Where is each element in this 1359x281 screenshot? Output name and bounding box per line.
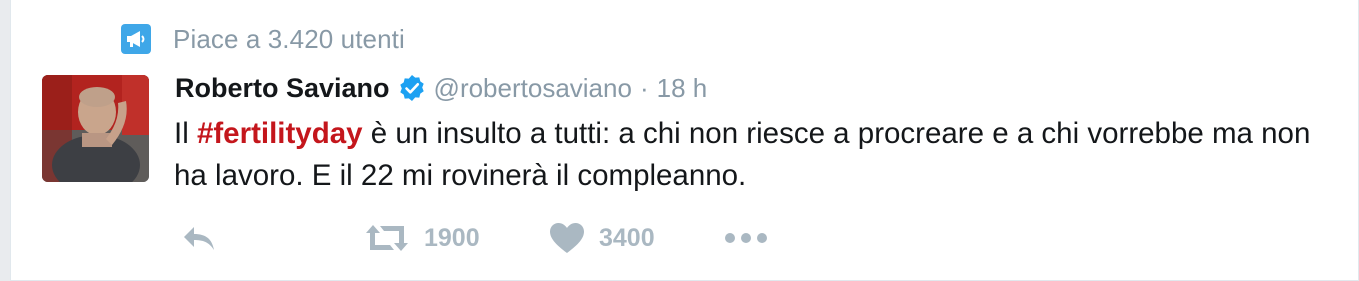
- retweet-button[interactable]: 1900: [364, 223, 549, 253]
- tweet-header: Roberto Saviano @robertosaviano · 18 h: [175, 70, 707, 106]
- author-handle[interactable]: @robertosaviano: [434, 73, 632, 104]
- avatar[interactable]: [42, 75, 149, 182]
- more-icon: [724, 232, 768, 244]
- hashtag-link[interactable]: #fertilityday: [197, 117, 363, 150]
- reply-icon: [181, 224, 217, 252]
- promo-text: Piace a 3.420 utenti: [173, 23, 405, 54]
- tweet-card[interactable]: Piace a 3.420 utenti Roberto Saviano @ro…: [10, 0, 1359, 281]
- tweet-actions: 1900 3400: [181, 218, 768, 258]
- separator: ·: [639, 72, 649, 103]
- like-count: 3400: [599, 223, 655, 252]
- reply-button[interactable]: [181, 224, 364, 252]
- like-button[interactable]: 3400: [549, 222, 724, 254]
- heart-icon: [549, 222, 585, 254]
- megaphone-icon: [121, 24, 151, 54]
- timestamp[interactable]: 18 h: [657, 73, 708, 104]
- author-name[interactable]: Roberto Saviano: [175, 73, 390, 104]
- retweet-icon: [364, 223, 410, 253]
- tweet-text: Il #fertilityday è un insulto a tutti: a…: [174, 113, 1324, 197]
- tweet-text-prefix: Il: [174, 117, 197, 150]
- retweet-count: 1900: [424, 223, 480, 252]
- verified-badge-icon: [398, 74, 426, 102]
- more-button[interactable]: [724, 232, 768, 244]
- promoted-context: Piace a 3.420 utenti: [121, 22, 405, 56]
